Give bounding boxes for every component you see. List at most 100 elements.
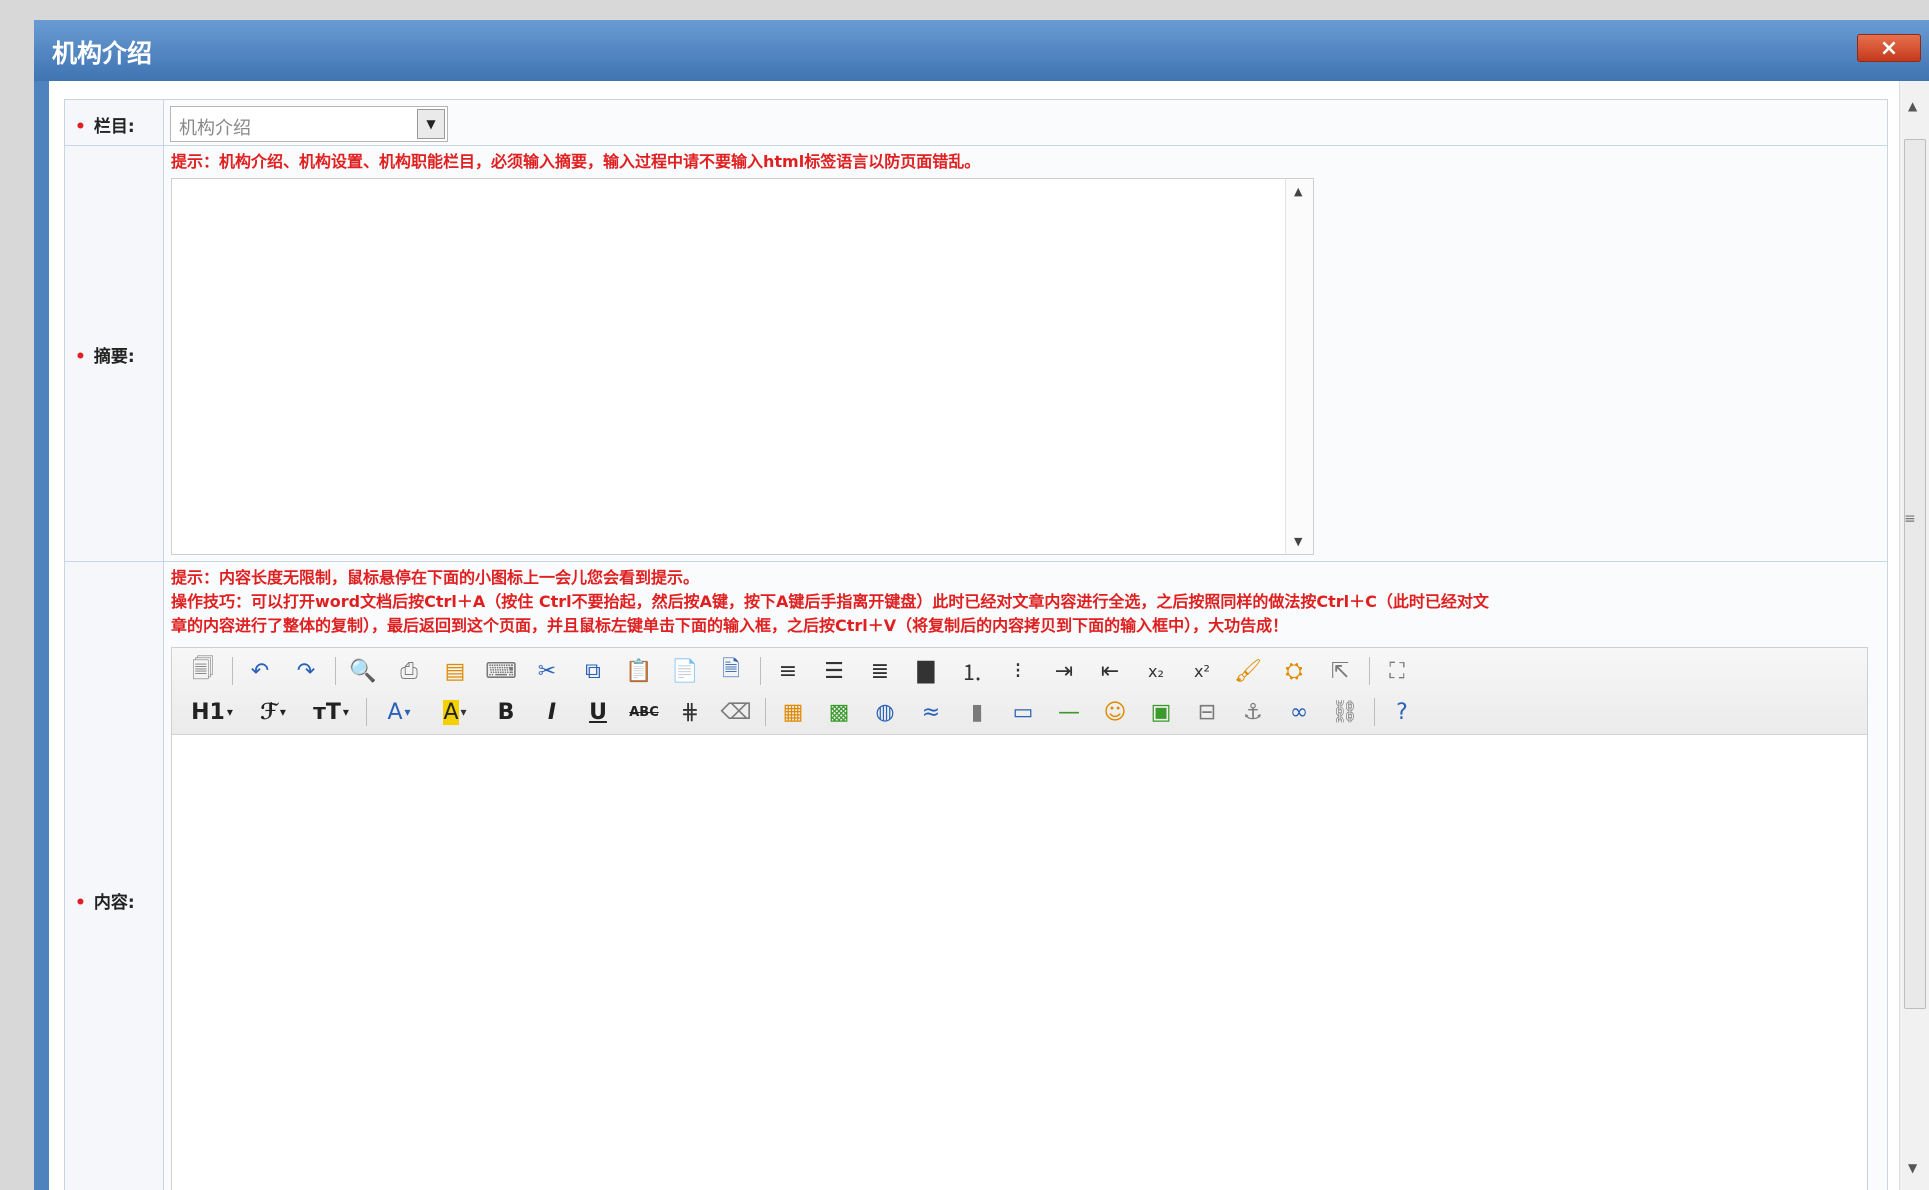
scroll-up-icon[interactable]: ▲ (1908, 99, 1917, 113)
summary-scrollbar[interactable]: ▲ ▼ (1285, 179, 1313, 554)
content-hint-line-1: 提示：内容长度无限制，鼠标悬停在下面的小图标上一会儿您会看到提示。 (171, 568, 700, 587)
column-select[interactable]: 机构介绍 ▼ (170, 106, 448, 142)
toolbar-separator (335, 657, 336, 685)
font-family-label: ℱ (260, 699, 278, 725)
content-label-text: 内容: (93, 893, 135, 913)
required-mark: • (75, 893, 86, 913)
scrollbar-grip-icon: ≡ (1904, 511, 1916, 527)
font-color-dropdown[interactable]: A ▾ (377, 696, 421, 728)
dialog-window: 机构介绍 × • 栏目: 机构介绍 ▼ • 摘要: 提示：机构介绍、机构设置、机… (34, 20, 1929, 1190)
paste-icon[interactable]: 📋 (622, 655, 656, 687)
heading-dropdown[interactable]: H1 ▾ (186, 696, 238, 728)
align-justify-icon[interactable]: ▇ (909, 655, 943, 687)
toolbar-row-2: H1 ▾ ℱ ▾ тT ▾ A ▾ A ▾ B I U ABC ⋕ ⌫ ▦ ▩ … (186, 693, 1431, 731)
close-button[interactable]: × (1857, 34, 1921, 62)
paste-word-icon[interactable]: 🗎 (714, 655, 748, 687)
summary-hint: 提示：机构介绍、机构设置、机构职能栏目，必须输入摘要，输入过程中请不要输入htm… (171, 152, 981, 171)
label-cell-column: • 栏目: (65, 100, 164, 145)
superscript-icon[interactable]: x² (1185, 655, 1219, 687)
unlink-icon[interactable]: ⛓ (1328, 696, 1362, 728)
toolbar-separator (760, 657, 761, 685)
align-center-icon[interactable]: ☰ (817, 655, 851, 687)
toolbar-separator (366, 698, 367, 726)
media-icon[interactable]: ▮ (960, 696, 994, 728)
eraser-icon[interactable]: ⌫ (719, 696, 753, 728)
summary-label: • 摘要: (75, 342, 135, 367)
required-mark: • (75, 117, 86, 137)
title-bar[interactable]: 机构介绍 × (34, 20, 1929, 81)
font-family-dropdown[interactable]: ℱ ▾ (250, 696, 296, 728)
content-hint-line-3: 章的内容进行了整体的复制），最后返回到这个页面，并且鼠标左键单击下面的输入框，之… (171, 616, 1289, 635)
strikethrough-button[interactable]: ABC (627, 696, 661, 728)
italic-button[interactable]: I (535, 696, 569, 728)
subscript-icon[interactable]: x₂ (1139, 655, 1173, 687)
required-mark: • (75, 347, 86, 367)
redo-icon[interactable]: ↷ (289, 655, 323, 687)
highlight-color-dropdown[interactable]: A ▾ (433, 696, 477, 728)
toolbar-separator (1369, 657, 1370, 685)
cut-icon[interactable]: ✂ (530, 655, 564, 687)
anchor-icon[interactable]: ⚓ (1236, 696, 1270, 728)
underline-button[interactable]: U (581, 696, 615, 728)
label-cell-content: • 内容: (65, 562, 164, 1190)
indent-icon[interactable]: ⇥ (1047, 655, 1081, 687)
emoticon-icon[interactable]: ☺ (1098, 696, 1132, 728)
font-size-dropdown[interactable]: тT ▾ (308, 696, 354, 728)
map-icon[interactable]: ◍ (868, 696, 902, 728)
summary-textarea[interactable]: ▲ ▼ (171, 178, 1314, 555)
unordered-list-icon[interactable]: ⁝ (1001, 655, 1035, 687)
format-painter-icon[interactable]: 🖌 (1231, 655, 1265, 687)
template-icon[interactable]: ▤ (438, 655, 472, 687)
source-icon[interactable]: 🗐 (186, 655, 220, 687)
highlight-label: A (443, 699, 459, 725)
preview-icon[interactable]: 🔍 (346, 655, 380, 687)
column-select-value: 机构介绍 (179, 118, 251, 139)
scroll-up-icon[interactable]: ▲ (1294, 185, 1302, 198)
code-icon[interactable]: ⌨ (484, 655, 518, 687)
ordered-list-icon[interactable]: ⒈ (955, 655, 989, 687)
toolbar-separator (232, 657, 233, 685)
editor-content-area[interactable] (172, 735, 1867, 1190)
horizontal-rule-icon[interactable]: — (1052, 696, 1086, 728)
insert-column-icon[interactable]: ▩ (822, 696, 856, 728)
table-icon[interactable]: ▭ (1006, 696, 1040, 728)
content-label: • 内容: (75, 888, 135, 913)
bold-button[interactable]: B (489, 696, 523, 728)
page-break-icon[interactable]: ⊟ (1190, 696, 1224, 728)
insert-row-icon[interactable]: ▦ (776, 696, 810, 728)
copy-icon[interactable]: ⧉ (576, 655, 610, 687)
toolbar-separator (1374, 698, 1375, 726)
select-all-icon[interactable]: ⇱ (1323, 655, 1357, 687)
font-size-label: тT (313, 699, 341, 725)
form-row-content: • 内容: 提示：内容长度无限制，鼠标悬停在下面的小图标上一会儿您会看到提示。 操… (65, 562, 1887, 1190)
align-right-icon[interactable]: ≣ (863, 655, 897, 687)
hr-grid-icon[interactable]: ⋕ (673, 696, 707, 728)
align-left-icon[interactable]: ≡ (771, 655, 805, 687)
summary-label-text: 摘要: (93, 347, 135, 367)
help-icon[interactable]: ? (1385, 696, 1419, 728)
scroll-down-icon[interactable]: ▼ (1908, 1161, 1917, 1175)
scroll-down-icon[interactable]: ▼ (1294, 535, 1302, 548)
content-content: 提示：内容长度无限制，鼠标悬停在下面的小图标上一会儿您会看到提示。 操作技巧：可… (164, 562, 1887, 1190)
outdent-icon[interactable]: ⇤ (1093, 655, 1127, 687)
clear-format-icon[interactable]: ⛭ (1277, 655, 1311, 687)
image-icon[interactable]: ▣ (1144, 696, 1178, 728)
label-cell-summary: • 摘要: (65, 146, 164, 561)
dialog-scrollbar[interactable]: ▲ ≡ ▼ (1899, 81, 1929, 1190)
dialog-title: 机构介绍 (52, 39, 153, 68)
print-icon[interactable]: ⎙ (392, 655, 426, 687)
flash-icon[interactable]: ≈ (914, 696, 948, 728)
form-row-summary: • 摘要: 提示：机构介绍、机构设置、机构职能栏目，必须输入摘要，输入过程中请不要… (65, 146, 1887, 562)
undo-icon[interactable]: ↶ (243, 655, 277, 687)
column-label: • 栏目: (75, 112, 135, 137)
heading-label: H1 (191, 699, 225, 725)
scrollbar-thumb[interactable] (1904, 139, 1926, 1009)
form-table: • 栏目: 机构介绍 ▼ • 摘要: 提示：机构介绍、机构设置、机构职能栏目，必… (64, 99, 1888, 1190)
paste-text-icon[interactable]: 📄 (668, 655, 702, 687)
summary-content: 提示：机构介绍、机构设置、机构职能栏目，必须输入摘要，输入过程中请不要输入htm… (164, 146, 1887, 561)
toolbar-separator (765, 698, 766, 726)
fullscreen-icon[interactable]: ⛶ (1380, 655, 1414, 687)
chevron-down-icon[interactable]: ▼ (417, 109, 445, 139)
link-icon[interactable]: ∞ (1282, 696, 1316, 728)
rich-text-editor: 🗐 ↶ ↷ 🔍 ⎙ ▤ ⌨ ✂ ⧉ 📋 📄 🗎 ≡ ☰ ≣ ▇ ⒈ ⁝ ⇥ ⇤ … (171, 647, 1868, 1190)
